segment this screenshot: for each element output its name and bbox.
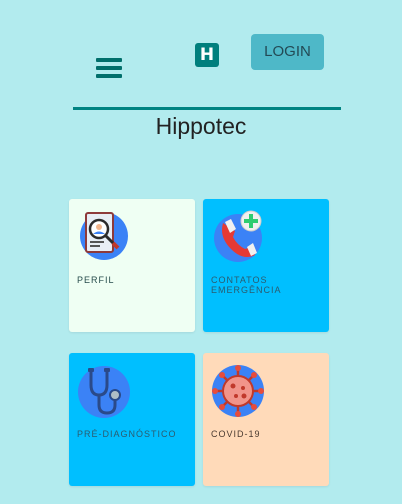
hamburger-menu-icon[interactable] [96,58,122,82]
card-label: CONTATOS EMERGÊNCIA [211,275,282,295]
card-label: PRÉ-DIAGNÓSTICO [77,429,177,439]
card-perfil[interactable]: PERFIL [69,199,195,332]
login-button[interactable]: LOGIN [251,34,324,70]
card-pre-diagnostico[interactable]: PRÉ-DIAGNÓSTICO [69,353,195,486]
header-divider [73,107,341,110]
stethoscope-icon [78,366,130,418]
phone-plus-icon [214,210,262,262]
hospital-logo-icon: H [195,43,219,67]
profile-document-search-icon [80,212,128,260]
card-label: PERFIL [77,275,115,285]
card-contatos-emergencia[interactable]: CONTATOS EMERGÊNCIA [203,199,329,332]
app-title: Hippotec [155,113,247,139]
card-label: COVID-19 [211,429,261,439]
virus-icon [212,365,264,417]
card-covid-19[interactable]: COVID-19 [203,353,329,486]
